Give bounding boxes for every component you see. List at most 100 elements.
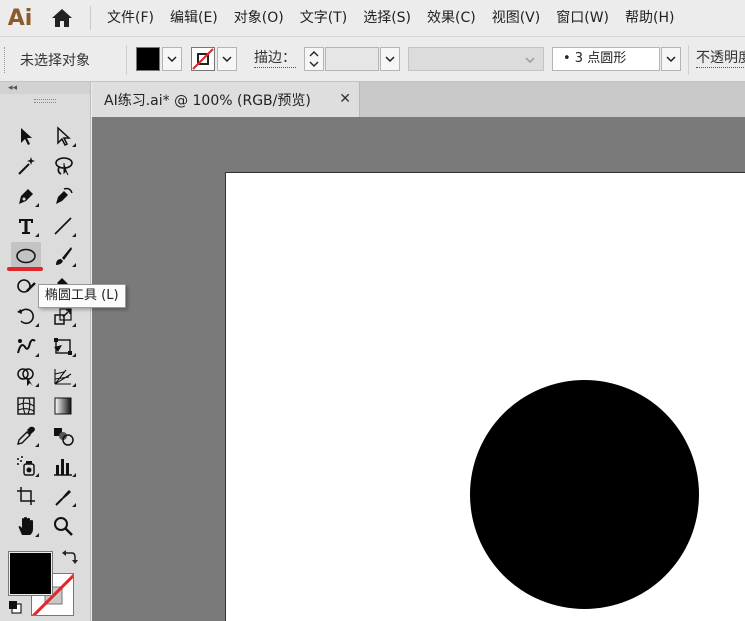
tool-group-indicator [35, 353, 39, 357]
tools-panel-grip[interactable] [34, 99, 56, 103]
fill-swatch[interactable] [8, 551, 53, 596]
menu-edit[interactable]: 编辑(E) [162, 0, 226, 36]
magic-wand-tool[interactable] [11, 152, 41, 180]
free-transform-tool[interactable] [48, 332, 78, 360]
shaper-tool[interactable] [11, 272, 41, 300]
control-bar-grip[interactable] [4, 47, 8, 73]
tool-group-indicator [72, 263, 76, 267]
shape-builder-tool[interactable] [11, 362, 41, 390]
gradient-tool[interactable] [48, 392, 78, 420]
fill-dropdown-button[interactable] [162, 47, 182, 71]
document-tab-bar: AI练习.ai* @ 100% (RGB/预览) ✕ [92, 82, 745, 117]
fill-color-swatch[interactable] [136, 47, 160, 71]
tool-group-indicator [72, 503, 76, 507]
ellipse-tool[interactable] [11, 242, 41, 270]
artboard-tool[interactable] [11, 482, 41, 510]
zoom-tool[interactable] [48, 512, 78, 540]
chevron-down-icon [222, 56, 232, 62]
menu-view[interactable]: 视图(V) [484, 0, 549, 36]
symbol-sprayer-tool[interactable] [11, 452, 41, 480]
tool-group-indicator [72, 473, 76, 477]
perspective-grid-tool[interactable] [48, 362, 78, 390]
tool-group-indicator [35, 533, 39, 537]
free-transform-icon [54, 338, 72, 355]
magic-wand-icon [18, 157, 35, 175]
tools-panel-header: ◂◂ [0, 82, 90, 94]
eyedropper-icon [17, 426, 35, 445]
type-tool[interactable] [11, 212, 41, 240]
shaper-icon [17, 279, 36, 293]
line-segment-tool[interactable] [48, 212, 78, 240]
stepper-arrows-icon [309, 51, 319, 67]
collapse-panel-icon[interactable]: ◂◂ [8, 82, 17, 94]
control-separator [126, 45, 127, 75]
slice-knife-icon [55, 490, 71, 506]
blend-icon [54, 428, 74, 446]
tool-group-indicator [35, 443, 39, 447]
artboard[interactable] [225, 172, 745, 621]
hand-icon [18, 517, 33, 535]
close-icon[interactable]: ✕ [339, 91, 351, 107]
curvature-tool[interactable] [48, 182, 78, 210]
mesh-icon [17, 397, 35, 415]
pen-icon [19, 189, 33, 204]
zoom-magnifier-icon [54, 517, 73, 536]
opacity-label[interactable]: 不透明度 [696, 50, 745, 68]
document-tab[interactable]: AI练习.ai* @ 100% (RGB/预览) ✕ [92, 82, 360, 117]
menu-window[interactable]: 窗口(W) [548, 0, 617, 36]
pen-tool[interactable] [11, 182, 41, 210]
lasso-tool[interactable] [48, 152, 78, 180]
menu-type[interactable]: 文字(T) [292, 0, 355, 36]
tool-group-indicator [72, 143, 76, 147]
type-icon [19, 219, 33, 234]
document-tab-title: AI练习.ai* @ 100% (RGB/预览) [104, 92, 311, 109]
chevron-down-icon [385, 56, 395, 62]
brush-dropdown-button[interactable] [661, 47, 681, 71]
stroke-weight-input[interactable] [325, 47, 379, 71]
line-segment-icon [54, 217, 72, 235]
swap-fill-stroke-icon[interactable] [60, 548, 78, 566]
perspective-grid-icon [54, 369, 72, 385]
mesh-tool[interactable] [11, 392, 41, 420]
menu-select[interactable]: 选择(S) [355, 0, 419, 36]
menu-object[interactable]: 对象(O) [226, 0, 292, 36]
home-icon[interactable] [40, 0, 84, 36]
eyedropper-tool[interactable] [11, 422, 41, 450]
stroke-dropdown-button[interactable] [217, 47, 237, 71]
stroke-weight-dropdown[interactable] [380, 47, 400, 71]
brush-definition-select[interactable]: • 3 点圆形 [552, 47, 660, 71]
selection-arrow-icon [21, 128, 32, 145]
tool-group-indicator [72, 383, 76, 387]
document-area: AI练习.ai* @ 100% (RGB/预览) ✕ [92, 82, 745, 621]
stroke-weight-stepper[interactable] [304, 47, 324, 71]
blend-tool[interactable] [48, 422, 78, 450]
stroke-weight-label[interactable]: 描边： [254, 50, 296, 68]
menu-file[interactable]: 文件(F) [99, 0, 162, 36]
variable-width-profile-select[interactable] [408, 47, 544, 71]
direct-selection-tool[interactable] [48, 122, 78, 150]
rotate-icon [17, 308, 34, 325]
paintbrush-tool[interactable] [48, 242, 78, 270]
tool-group-indicator [72, 233, 76, 237]
no-stroke-icon [192, 48, 214, 70]
stroke-color-swatch[interactable] [191, 47, 215, 71]
default-fill-stroke-icon[interactable] [8, 600, 22, 614]
slice-tool[interactable] [48, 482, 78, 510]
tool-group-indicator [35, 383, 39, 387]
direct-selection-icon [57, 126, 71, 147]
hand-tool[interactable] [11, 512, 41, 540]
black-circle-shape[interactable] [470, 380, 699, 609]
column-graph-tool[interactable] [48, 452, 78, 480]
menu-effect[interactable]: 效果(C) [419, 0, 484, 36]
rotate-tool[interactable] [11, 302, 41, 330]
tool-group-indicator [35, 473, 39, 477]
artboard-icon [17, 487, 35, 505]
selection-tool[interactable] [11, 122, 41, 150]
symbol-sprayer-icon [17, 456, 35, 476]
warp-tool[interactable] [11, 332, 41, 360]
control-bar: 未选择对象 描边： • 3 点圆形 不透明度 [0, 36, 745, 82]
tool-group-indicator [35, 323, 39, 327]
tool-tooltip: 椭圆工具 (L) [38, 284, 126, 308]
menu-help[interactable]: 帮助(H) [617, 0, 682, 36]
app-logo: Ai [7, 5, 33, 31]
